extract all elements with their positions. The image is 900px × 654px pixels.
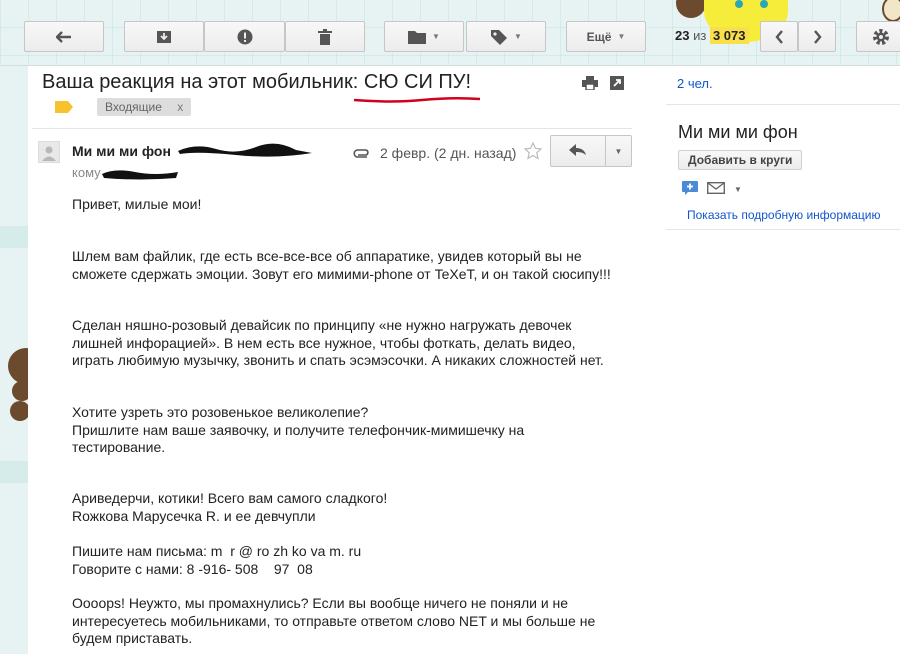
message-paragraph: Oooops! Неужто, мы промахнулись? Если вы… bbox=[72, 595, 596, 646]
toolbar: ▼ ▼ Ещё ▼ 23 из 3 073 bbox=[0, 0, 900, 66]
inbox-label-text: Входящие bbox=[105, 100, 162, 114]
theme-character-decoration bbox=[735, 0, 743, 8]
avatar[interactable] bbox=[38, 141, 60, 163]
attachment-paperclip-icon bbox=[352, 145, 372, 161]
chevron-down-icon: ▼ bbox=[514, 32, 522, 41]
pager-total: 3 073 bbox=[709, 27, 749, 44]
inbox-label-chip[interactable]: Входящие x bbox=[97, 98, 192, 116]
archive-button[interactable] bbox=[124, 21, 204, 52]
subject-highlight: СЮ СИ ПУ! bbox=[363, 71, 472, 93]
trash-icon bbox=[318, 28, 332, 45]
chevron-left-icon bbox=[774, 29, 784, 44]
star-icon[interactable] bbox=[524, 141, 543, 163]
delete-button[interactable] bbox=[285, 21, 365, 52]
recipient-prefix: кому bbox=[72, 165, 101, 180]
report-spam-button[interactable] bbox=[204, 21, 285, 52]
theme-character-decoration bbox=[676, 0, 706, 18]
folder-icon bbox=[408, 30, 427, 44]
message-paragraph: Сделан няшно-розовый девайсик по принцип… bbox=[72, 317, 604, 368]
redacted-recipient-scribble bbox=[102, 170, 178, 180]
reply-button-group: ▼ bbox=[550, 135, 632, 167]
contact-name: Ми ми ми фон bbox=[678, 122, 798, 142]
message-paragraph: Пишите нам письма: m r @ ro zh ko va m. … bbox=[72, 543, 362, 577]
more-button[interactable]: Ещё ▼ bbox=[566, 21, 646, 52]
back-button[interactable] bbox=[24, 21, 104, 52]
reply-button[interactable] bbox=[550, 135, 606, 167]
redacted-email-scribble bbox=[178, 143, 312, 157]
reply-arrow-icon bbox=[569, 143, 587, 159]
settings-button[interactable] bbox=[856, 21, 900, 52]
pager-current: 23 bbox=[675, 28, 690, 43]
open-new-window-icon[interactable] bbox=[610, 76, 624, 93]
archive-icon bbox=[156, 30, 172, 44]
chevron-right-icon bbox=[813, 29, 822, 44]
sender-name[interactable]: Ми ми ми фон bbox=[72, 143, 171, 159]
theme-character-decoration bbox=[882, 0, 900, 22]
newer-button[interactable] bbox=[760, 21, 798, 52]
contact-actions: ▼ bbox=[682, 181, 742, 198]
more-actions-button[interactable]: ▼ bbox=[606, 135, 632, 167]
message-divider bbox=[32, 128, 632, 129]
panel-divider bbox=[666, 104, 900, 105]
recipient-line[interactable]: кому bbox=[72, 165, 101, 180]
important-marker-icon[interactable] bbox=[55, 101, 73, 116]
pagination-counter: 23 из 3 073 bbox=[675, 27, 749, 44]
chevron-down-icon: ▼ bbox=[617, 32, 626, 41]
remove-label-button[interactable]: x bbox=[177, 100, 183, 114]
chevron-down-icon: ▼ bbox=[432, 32, 440, 41]
theme-character-decoration bbox=[760, 0, 768, 8]
spam-exclamation-icon bbox=[237, 29, 253, 45]
pager-of: из bbox=[693, 28, 707, 43]
message-paragraph: Хотите узреть это розовенькое великолепи… bbox=[72, 404, 525, 455]
print-icon[interactable] bbox=[582, 76, 598, 93]
message-date: 2 февр. (2 дн. назад) bbox=[380, 144, 517, 161]
gear-icon bbox=[872, 28, 890, 46]
subject-prefix: Ваша реакция на этот мобильник: bbox=[42, 71, 364, 93]
subject-underline-mark bbox=[353, 96, 481, 103]
theme-side-decoration bbox=[0, 66, 44, 654]
email-envelope-icon[interactable] bbox=[706, 181, 726, 197]
message-paragraph: Шлем вам файлик, где есть все-все-все об… bbox=[72, 248, 611, 282]
message-paragraph: Ариведерчи, котики! Всего вам самого сла… bbox=[72, 490, 388, 524]
panel-divider bbox=[666, 229, 900, 230]
email-subject: Ваша реакция на этот мобильник: СЮ СИ ПУ… bbox=[42, 71, 471, 94]
move-to-button[interactable]: ▼ bbox=[384, 21, 464, 52]
more-button-label: Ещё bbox=[586, 29, 612, 44]
back-arrow-icon bbox=[56, 30, 72, 43]
chevron-down-icon[interactable]: ▼ bbox=[734, 185, 742, 194]
labels-button[interactable]: ▼ bbox=[466, 21, 546, 52]
add-to-circles-button[interactable]: Добавить в круги bbox=[678, 150, 803, 170]
chat-plus-icon[interactable] bbox=[682, 181, 698, 198]
show-details-link[interactable]: Показать подробную информацию bbox=[687, 208, 881, 222]
tag-icon bbox=[490, 29, 508, 45]
people-count-link[interactable]: 2 чел. bbox=[677, 76, 713, 91]
older-button[interactable] bbox=[798, 21, 836, 52]
message-meta: 2 февр. (2 дн. назад) bbox=[352, 141, 543, 163]
message-paragraph: Привет, милые мои! bbox=[72, 196, 202, 212]
chevron-down-icon: ▼ bbox=[614, 146, 623, 156]
